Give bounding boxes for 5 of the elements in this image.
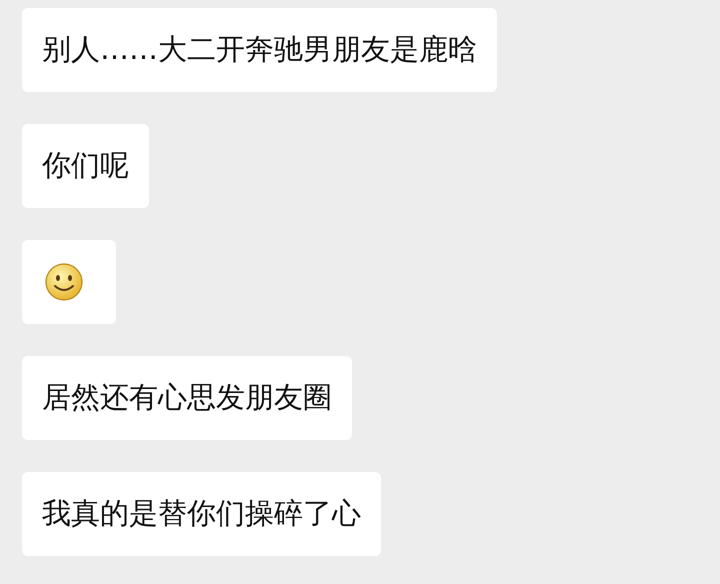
message-bubble: 别人……大二开奔驰男朋友是鹿晗	[22, 8, 497, 92]
message-bubble: 我真的是替你们操碎了心	[22, 472, 381, 556]
message-bubble: 居然还有心思发朋友圈	[22, 356, 352, 440]
message-bubble: 你们呢	[22, 124, 149, 208]
smiley-icon	[44, 262, 84, 302]
